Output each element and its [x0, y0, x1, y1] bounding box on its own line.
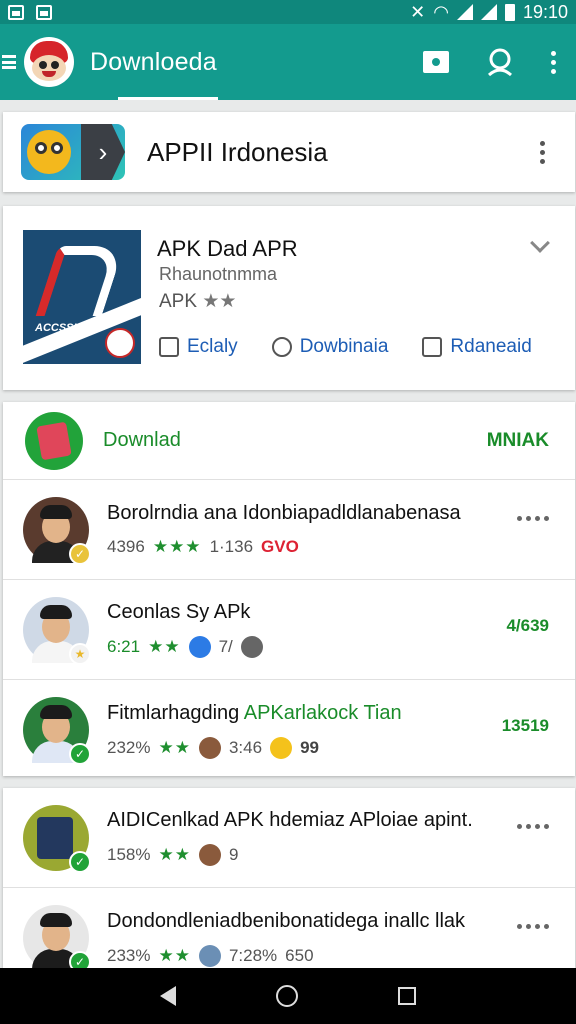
list-item-meta: 7:28% [228, 945, 278, 965]
recent-apps-icon[interactable] [398, 987, 416, 1005]
rating-stars: ★★★ [152, 537, 202, 556]
app-bar: Downloeda [0, 24, 576, 100]
app-logo [24, 37, 74, 87]
app-icon-text: ACCSSISIA [35, 322, 95, 334]
action-button-2[interactable]: Dowbinaia [271, 336, 388, 358]
home-icon[interactable] [276, 985, 298, 1007]
play-icon [188, 636, 211, 658]
list-item[interactable]: ✓ Borolrndia ana Idonbiapadldlanabenasa … [3, 480, 575, 580]
action-button-1[interactable]: Eclaly [159, 336, 238, 358]
search-icon[interactable] [485, 47, 515, 77]
header-title: APPII Irdonesia [147, 136, 328, 167]
featured-app-icon: ACCSSISIA [23, 230, 141, 364]
list-item-meta: 3:46 [228, 737, 263, 757]
app-icon-avatar [105, 328, 135, 358]
chevron-down-icon[interactable] [530, 233, 550, 253]
header-app-icon: › [21, 124, 125, 180]
list-item-title: Fitmlarhagding APKarlakock Tian [107, 701, 402, 724]
featured-app-rating: APK ★★ [159, 291, 237, 312]
no-sim-icon: ✕ [410, 1, 426, 22]
download-label: Downlad [103, 429, 181, 451]
list-item-tag: 99 [300, 737, 319, 757]
avatar: ✓ [23, 697, 91, 765]
system-nav-bar [0, 968, 576, 1024]
avatar: ✓ [23, 804, 91, 873]
rating-stars: ★★ [202, 291, 237, 312]
list-item-meta: 9 [228, 845, 239, 864]
header-more-icon[interactable] [540, 140, 545, 164]
avatar: ✓ [23, 496, 91, 565]
battery-icon [504, 3, 515, 21]
status-bar: ✕ ◠ 19:10 [0, 0, 576, 24]
signal-icon [456, 4, 473, 20]
app-notification-icon [36, 4, 52, 20]
header-card[interactable]: › APPII Irdonesia [3, 112, 575, 192]
message-icon[interactable] [423, 51, 449, 73]
share-icon [271, 337, 292, 357]
app-title[interactable]: Downloeda [90, 48, 217, 77]
avatar-mini [198, 844, 221, 866]
download-right-label[interactable]: MNIAK [487, 430, 549, 452]
list-item-meta: 1·136 [209, 537, 254, 556]
rating-stars: ★★ [158, 945, 191, 965]
featured-app-developer: Rhaunotnmma [159, 264, 278, 284]
list-item[interactable]: ✓ Fitmlarhagding APKarlakock Tian 232% ★… [3, 680, 575, 780]
avatar-mini [198, 736, 221, 759]
rating-stars: ★★ [158, 737, 191, 757]
download-list-card: Downlad MNIAK ✓ Borolrndia ana Idonbiapa… [3, 402, 575, 776]
list-item-title: AIDICenlkad APK hdemiaz APloiae apint. [107, 809, 473, 831]
wifi-icon: ◠ [433, 1, 449, 22]
rating-stars: ★★ [148, 637, 181, 656]
action-button-3[interactable]: Rdaneaid [422, 336, 532, 358]
hamburger-menu-icon[interactable] [2, 55, 16, 69]
bookmark-icon [422, 337, 443, 357]
list-item-count: 6:21 [107, 637, 141, 656]
status-time: 19:10 [522, 1, 568, 22]
more-options-icon[interactable] [517, 924, 549, 929]
list-item-tag: GVO [261, 537, 299, 556]
download-row[interactable]: Downlad MNIAK [3, 402, 575, 480]
avatar: ✓ [23, 905, 91, 973]
list-item-count: 233% [107, 945, 151, 965]
list-item-meta: 7/ [218, 637, 233, 656]
list-item[interactable]: ✓ AIDICenlkad APK hdemiaz APloiae apint.… [3, 788, 575, 888]
signal-icon-2 [480, 4, 497, 20]
rating-stars: ★★ [158, 845, 191, 864]
list-item-count: 158% [107, 845, 151, 864]
list-item-title: Dondondleniadbenibonatidega inallc llak [107, 909, 466, 932]
active-tab-indicator [118, 97, 218, 100]
thumbs-up-icon [159, 337, 179, 357]
list-item-count: 232% [107, 737, 151, 757]
list-item-count: 4396 [107, 537, 145, 556]
list-item-tag: 650 [285, 945, 314, 965]
list-item-value: 13519 [501, 716, 549, 735]
download-app-icon [25, 411, 83, 470]
list-item[interactable]: ★ Ceonlas Sy APk 6:21 ★★ 7/ 4/639 [3, 580, 575, 680]
list-item-value: 4/639 [506, 616, 549, 635]
list-item-title: Ceonlas Sy APk [107, 601, 251, 623]
app-list-card: ✓ AIDICenlkad APK hdemiaz APloiae apint.… [3, 788, 575, 973]
avatar: ★ [23, 596, 91, 665]
notification-icon [8, 4, 24, 20]
featured-app-card[interactable]: ACCSSISIA APK Dad APR Rhaunotnmma APK ★★… [3, 206, 575, 390]
featured-app-name: APK Dad APR [157, 236, 298, 261]
overflow-menu-icon[interactable] [551, 50, 556, 74]
back-icon[interactable] [160, 986, 176, 1006]
share-mini-icon [240, 636, 263, 658]
avatar-mini [198, 944, 221, 967]
more-options-icon[interactable] [517, 824, 549, 829]
emoji-icon [270, 736, 293, 759]
list-item-title: Borolrndia ana Idonbiapadldlanabenasa [107, 502, 461, 524]
more-options-icon[interactable] [517, 516, 549, 521]
